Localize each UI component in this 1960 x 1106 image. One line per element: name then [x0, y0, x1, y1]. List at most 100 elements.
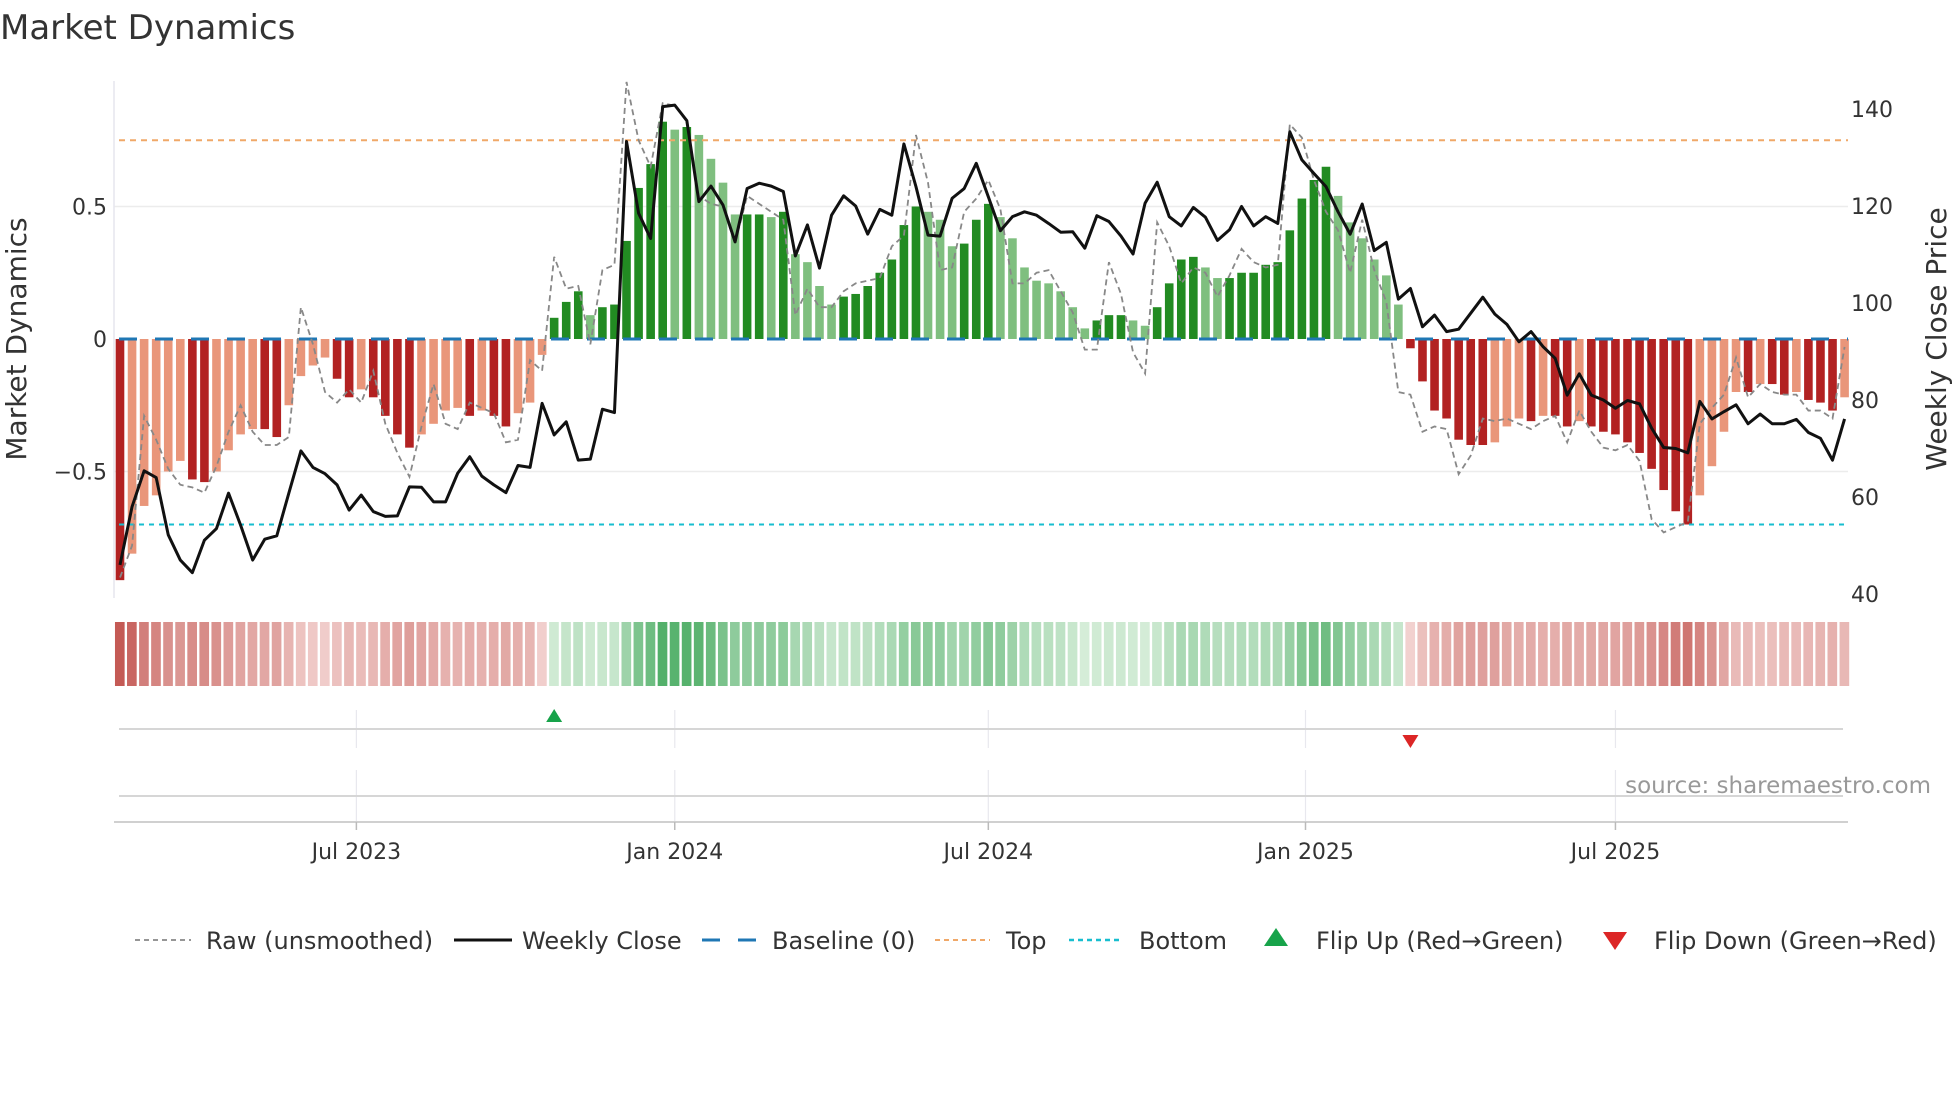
heat-cell — [597, 622, 608, 686]
heat-cell — [1694, 622, 1705, 686]
heat-cell — [1200, 622, 1211, 686]
heat-cell — [247, 622, 258, 686]
legend-label: Weekly Close — [522, 927, 682, 955]
heat-cell — [512, 622, 523, 686]
bar — [1659, 339, 1668, 491]
raw-line — [119, 81, 1846, 578]
bar — [779, 211, 788, 339]
heat-cell — [561, 622, 571, 686]
heat-cell — [1236, 622, 1247, 686]
bar — [1719, 339, 1729, 432]
heat-cell — [380, 622, 390, 686]
bar — [947, 246, 957, 339]
heat-cell — [910, 622, 921, 686]
heat-cell — [1634, 622, 1645, 686]
heat-cell — [1574, 622, 1584, 686]
heat-cell — [1043, 622, 1054, 686]
heat-cell — [1333, 622, 1343, 686]
heat-cell — [332, 622, 342, 686]
bar — [284, 339, 294, 406]
bar — [441, 339, 450, 411]
heat-cell — [1152, 622, 1162, 686]
heat-cell — [1284, 622, 1295, 686]
legend-label: Raw (unsmoothed) — [206, 927, 433, 955]
bar — [1406, 339, 1415, 349]
bar — [561, 301, 571, 339]
bar — [827, 304, 836, 339]
bar — [1779, 339, 1789, 395]
heat-cell — [645, 622, 656, 686]
heat-cell — [705, 622, 716, 686]
y2-tick-label: 100 — [1851, 292, 1893, 317]
bar — [1792, 339, 1801, 392]
heat-cell — [935, 622, 945, 686]
heat-cell — [1815, 622, 1826, 686]
heat-cell — [1550, 622, 1560, 686]
bar — [1587, 339, 1596, 427]
bar — [1176, 259, 1186, 339]
y2-tick-label: 60 — [1851, 486, 1879, 511]
bar — [549, 317, 559, 339]
heat-cell — [151, 622, 161, 686]
bar — [1816, 339, 1825, 403]
heat-cell — [1525, 622, 1536, 686]
heat-cell — [1320, 622, 1331, 686]
legend-label: Top — [1005, 927, 1047, 955]
bar — [1418, 339, 1427, 382]
bar — [935, 219, 945, 339]
heat-cell — [537, 622, 547, 686]
bar — [815, 286, 824, 339]
heat-cell — [199, 622, 210, 686]
heat-cell — [1429, 622, 1440, 686]
bar — [754, 214, 764, 339]
bar — [1201, 267, 1210, 339]
heat-cell — [1465, 622, 1476, 686]
bar — [477, 339, 487, 411]
bar — [1611, 339, 1620, 435]
heat-cell — [1791, 622, 1801, 686]
bar — [911, 206, 921, 339]
bar — [1357, 238, 1367, 339]
bar — [742, 214, 752, 339]
bar — [996, 217, 1005, 339]
bar — [296, 339, 306, 377]
x-tick-label: Jul 2025 — [1569, 840, 1661, 865]
heat-cell — [983, 622, 993, 686]
heat-cell — [1381, 622, 1391, 686]
bar — [1008, 238, 1017, 339]
heat-cell — [1357, 622, 1367, 686]
heat-cell — [1248, 622, 1259, 686]
legend-item-close: Weekly Close — [454, 927, 682, 955]
bar — [1394, 304, 1403, 339]
heat-cell — [1055, 622, 1066, 686]
heat-cell — [1031, 622, 1042, 686]
heat-cell — [1272, 622, 1283, 686]
bar — [1104, 315, 1114, 339]
heat-cell — [175, 622, 185, 686]
heat-cell — [886, 622, 897, 686]
bar — [368, 339, 378, 398]
heat-cell — [1489, 622, 1500, 686]
bar — [489, 339, 499, 416]
heat-cell — [428, 622, 439, 686]
bar — [1056, 291, 1065, 339]
bar — [212, 339, 221, 472]
heat-cell — [717, 622, 728, 686]
heat-cell — [850, 622, 861, 686]
heat-cell — [476, 622, 487, 686]
bar — [429, 339, 438, 424]
bar — [899, 225, 909, 339]
heat-cell — [681, 622, 692, 686]
heat-cell — [1007, 622, 1018, 686]
heat-cell — [1212, 622, 1223, 686]
heat-cell — [1779, 622, 1789, 686]
heat-cell — [1839, 622, 1850, 686]
bar — [863, 286, 873, 339]
heat-cell — [295, 622, 306, 686]
legend-label: Bottom — [1139, 927, 1227, 955]
bar — [1273, 262, 1283, 339]
heat-cell — [730, 622, 740, 686]
heat-cell — [814, 622, 825, 686]
chart-title: Market Dynamics — [0, 8, 295, 48]
heat-cell — [1646, 622, 1657, 686]
